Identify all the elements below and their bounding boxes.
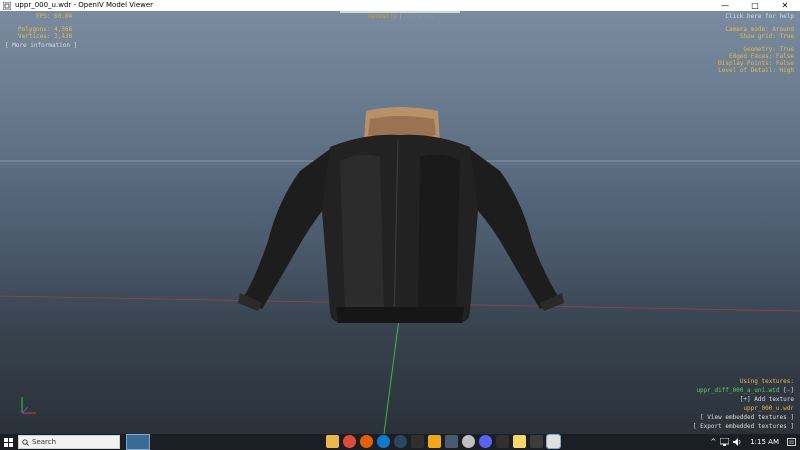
edged-faces-toggle[interactable]: Edged Faces: False [729, 53, 794, 60]
remove-texture-button[interactable]: [-] [783, 387, 794, 394]
mode-skeleton[interactable]: Skeleton [405, 13, 434, 20]
volume-icon[interactable] [733, 438, 742, 446]
more-information-link[interactable]: [ More information ] [5, 42, 77, 49]
texture-file-row: uppr_diff_000_a_uni.wtd [-] [696, 387, 794, 395]
minimize-button[interactable]: — [710, 0, 740, 11]
geometry-toggle[interactable]: Geometry: True [743, 46, 794, 53]
steam-icon[interactable] [394, 435, 407, 448]
axis-gizmo [21, 397, 36, 414]
show-grid-toggle[interactable]: Show grid: True [740, 33, 794, 40]
network-icon[interactable] [720, 438, 730, 446]
model-file-name: uppr_000_u.wdr [743, 405, 794, 412]
vertex-count: Vertices: 3,438 [18, 33, 73, 40]
windows-taskbar: Search ^ 1:15 AM [0, 434, 800, 450]
chrome-icon[interactable] [343, 435, 356, 448]
textures-heading: Using textures: [739, 378, 794, 385]
camera-mode-toggle[interactable]: Camera mode: Around [725, 26, 794, 33]
view-embedded-textures-button[interactable]: [ View embedded textures ] [700, 414, 794, 422]
fps-readout: FPS: 60.04 [36, 13, 73, 20]
start-button[interactable] [0, 434, 16, 450]
taskbar-clock[interactable]: 1:15 AM [750, 438, 779, 446]
rockstar-launcher-icon[interactable] [428, 435, 441, 448]
file-explorer-icon[interactable] [326, 435, 339, 448]
chrome-profile-icon[interactable] [462, 435, 475, 448]
openiv-app-icon [3, 1, 11, 10]
media-player-icon[interactable] [445, 435, 458, 448]
add-texture-button[interactable]: [+] Add texture [740, 396, 794, 404]
polygon-count: Polygons: 4,366 [18, 26, 73, 33]
view-mode-switch[interactable]: Geometry | Skeleton [368, 13, 433, 20]
level-of-detail-toggle[interactable]: Level of Detail: High [718, 67, 794, 74]
model-viewport[interactable]: FPS: 60.04 Polygons: 4,366 Vertices: 3,4… [0, 11, 800, 434]
close-button[interactable]: ✕ [770, 0, 800, 11]
mode-separator: | [398, 13, 403, 20]
notes-icon[interactable] [513, 435, 526, 448]
help-link[interactable]: Click here for help [725, 13, 794, 20]
texture-file-name[interactable]: uppr_diff_000_a_uni.wtd [696, 387, 779, 394]
openiv-taskbar-icon[interactable] [546, 434, 561, 449]
jacket-model[interactable] [238, 107, 564, 324]
notifications-icon[interactable] [787, 437, 796, 447]
search-label: Search [32, 438, 57, 446]
windows-logo-icon [3, 437, 13, 447]
taskbar-pinned-apps [326, 434, 561, 449]
maximize-button[interactable]: □ [740, 0, 770, 11]
system-tray: ^ 1:15 AM [710, 434, 796, 450]
discord-icon[interactable] [479, 435, 492, 448]
settings-icon[interactable] [530, 435, 543, 448]
taskbar-search-box[interactable]: Search [18, 435, 120, 449]
terminal-icon[interactable] [496, 435, 509, 448]
y-axis-line [383, 310, 401, 434]
export-embedded-textures-button[interactable]: [ Export embedded textures ] [693, 423, 794, 431]
mode-geometry[interactable]: Geometry [368, 13, 397, 20]
window-title: uppr_000_u.wdr - OpenIV Model Viewer [15, 1, 154, 9]
display-points-toggle[interactable]: Display Points: False [718, 60, 794, 67]
epic-games-icon[interactable] [411, 435, 424, 448]
scene-canvas[interactable] [0, 11, 800, 434]
edge-icon[interactable] [377, 435, 390, 448]
tray-expand-icon[interactable]: ^ [710, 438, 716, 446]
firefox-icon[interactable] [360, 435, 373, 448]
search-highlight-thumbnail[interactable] [126, 434, 150, 450]
search-icon [22, 438, 29, 446]
